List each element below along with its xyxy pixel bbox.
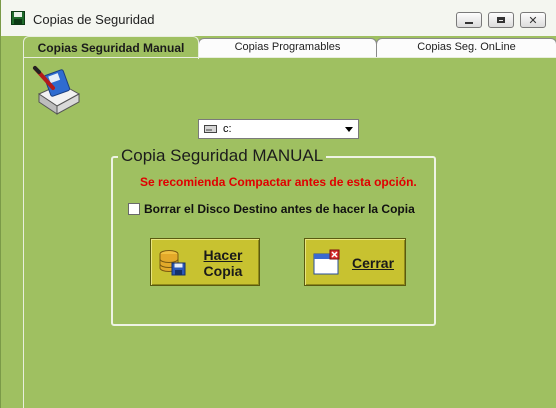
database-save-icon — [159, 250, 186, 276]
make-backup-button[interactable]: Hacer Copia — [150, 238, 260, 286]
backup-disk-icon — [33, 66, 81, 115]
wipe-destination-label[interactable]: Borrar el Disco Destino antes de hacer l… — [144, 202, 415, 216]
maximize-button[interactable] — [488, 12, 514, 28]
tab-copias-online[interactable]: Copias Seg. OnLine — [376, 38, 556, 57]
tab-label: Copias Seg. OnLine — [417, 41, 516, 53]
title-bar[interactable]: Copias de Seguridad ✕ — [1, 0, 556, 36]
tab-label: Copias Programables — [234, 41, 341, 53]
compact-warning: Se recomienda Compactar antes de esta op… — [140, 175, 417, 189]
tab-copias-programables[interactable]: Copias Programables — [198, 38, 377, 57]
close-dialog-label: Cerrar — [351, 255, 395, 271]
backup-window: Copias de Seguridad ✕ Copias Programable… — [0, 0, 556, 408]
make-backup-label: Hacer Copia — [203, 247, 243, 279]
close-dialog-button[interactable]: Cerrar — [304, 238, 406, 286]
tab-label: Copias Seguridad Manual — [37, 41, 185, 55]
close-icon: ✕ — [528, 13, 538, 27]
drive-select-value: c: — [223, 123, 232, 135]
chevron-down-icon[interactable] — [345, 127, 353, 132]
maximize-icon — [497, 17, 505, 23]
tab-strip: Copias Programables Copias Seg. OnLine C… — [23, 36, 556, 59]
close-button[interactable]: ✕ — [520, 12, 546, 28]
close-window-icon — [313, 249, 340, 275]
wipe-destination-checkbox[interactable] — [128, 203, 140, 215]
minimize-icon — [465, 22, 473, 24]
window-title: Copias de Seguridad — [33, 12, 155, 27]
group-title: Copia Seguridad MANUAL — [118, 146, 327, 166]
floppy-app-icon — [11, 11, 25, 25]
drive-icon — [204, 125, 217, 133]
minimize-button[interactable] — [456, 12, 482, 28]
drive-select[interactable]: c: — [198, 119, 359, 139]
tab-copias-manual[interactable]: Copias Seguridad Manual — [23, 36, 199, 59]
